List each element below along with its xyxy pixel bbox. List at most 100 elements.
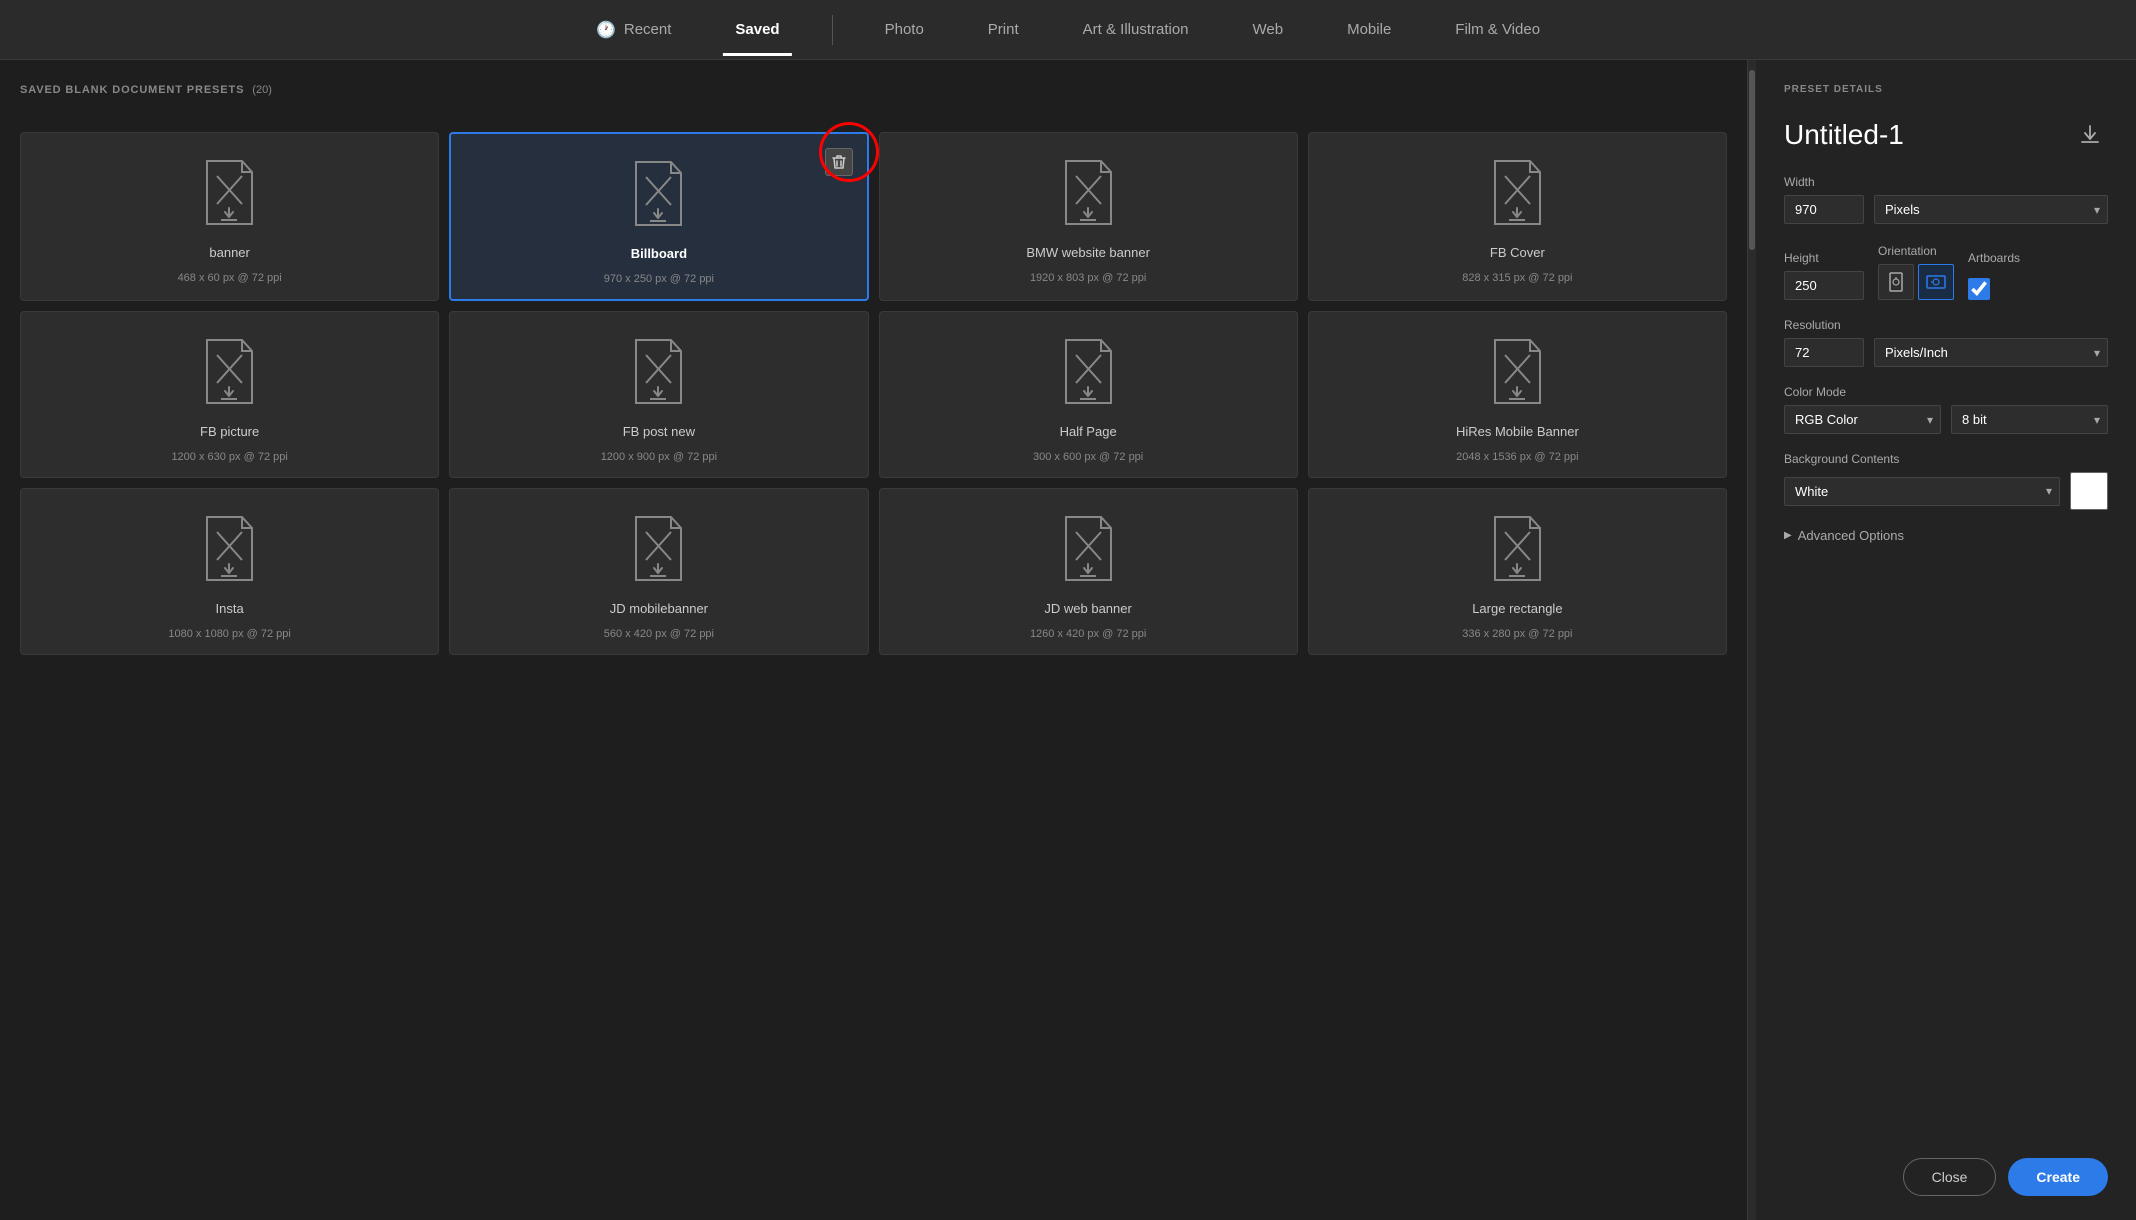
presets-grid: banner 468 x 60 px @ 72 ppi Billboard970 x…	[20, 132, 1727, 655]
width-input[interactable]	[1784, 195, 1864, 224]
nav-item-film[interactable]: Film & Video	[1443, 13, 1552, 46]
artboards-checkbox[interactable]	[1968, 278, 1990, 300]
preset-card-billboard[interactable]: Billboard970 x 250 px @ 72 ppi	[449, 132, 868, 301]
nav-print-label: Print	[988, 21, 1019, 38]
preset-card-fbcover[interactable]: FB Cover 828 x 315 px @ 72 ppi	[1308, 132, 1727, 301]
document-icon	[1056, 512, 1121, 587]
preset-icon-jdweb	[1053, 509, 1123, 589]
bit-depth-select[interactable]: 8 bit 16 bit 32 bit	[1951, 405, 2108, 434]
document-icon	[1056, 156, 1121, 231]
preset-dims-largerect: 336 x 280 px @ 72 ppi	[1462, 628, 1572, 640]
chevron-right-icon: ▶	[1784, 530, 1792, 541]
delete-preset-button[interactable]	[825, 148, 853, 176]
color-mode-select[interactable]: RGB Color CMYK Color Grayscale Lab Color	[1784, 405, 1941, 434]
preset-card-banner[interactable]: banner 468 x 60 px @ 72 ppi	[20, 132, 439, 301]
preset-name-banner: banner	[209, 245, 249, 260]
bg-color-swatch[interactable]	[2070, 472, 2108, 510]
scrollbar-thumb[interactable]	[1749, 70, 1755, 250]
height-input[interactable]	[1784, 271, 1864, 300]
preset-card-fbpic[interactable]: FB picture1200 x 630 px @ 72 ppi	[20, 311, 439, 478]
document-icon	[626, 157, 691, 232]
preset-card-insta[interactable]: Insta1080 x 1080 px @ 72 ppi	[20, 488, 439, 655]
bg-contents-section: Background Contents White Background Col…	[1784, 452, 2108, 510]
preset-card-jdweb[interactable]: JD web banner 1260 x 420 px @ 72 ppi	[879, 488, 1298, 655]
document-icon	[626, 512, 691, 587]
preset-name-fbcover: FB Cover	[1490, 245, 1545, 260]
preset-card-bmw[interactable]: BMW website banner1920 x 803 px @ 72 ppi	[879, 132, 1298, 301]
nav-item-print[interactable]: Print	[976, 13, 1031, 46]
main-layout: SAVED BLANK DOCUMENT PRESETS (20) banner…	[0, 60, 2136, 1220]
nav-mobile-label: Mobile	[1347, 21, 1391, 38]
nav-item-saved[interactable]: Saved	[723, 13, 791, 46]
preset-icon-insta	[195, 509, 265, 589]
preset-card-jdmobile[interactable]: JD mobilebanner560 x 420 px @ 72 ppi	[449, 488, 868, 655]
width-unit-wrapper: Pixels Inches Centimeters Millimeters Po…	[1874, 195, 2108, 224]
preset-details-label: PRESET DETAILS	[1784, 84, 2108, 95]
preset-name-jdmobile: JD mobilebanner	[610, 601, 708, 616]
preset-card-hiresmobile[interactable]: HiRes Mobile Banner2048 x 1536 px @ 72 p…	[1308, 311, 1727, 478]
nav-photo-label: Photo	[885, 21, 924, 38]
resolution-unit-select[interactable]: Pixels/Inch Pixels/Centimeter	[1874, 338, 2108, 367]
orientation-section: Orientation	[1878, 244, 1954, 300]
nav-item-art[interactable]: Art & Illustration	[1071, 13, 1201, 46]
portrait-button[interactable]	[1878, 264, 1914, 300]
document-icon	[1485, 156, 1550, 231]
width-unit-select[interactable]: Pixels Inches Centimeters Millimeters Po…	[1874, 195, 2108, 224]
width-row: Width Pixels Inches Centimeters Millimet…	[1784, 175, 2108, 226]
save-preset-button[interactable]	[2072, 117, 2108, 153]
preset-dims-banner: 468 x 60 px @ 72 ppi	[178, 272, 282, 284]
resolution-unit-wrapper: Pixels/Inch Pixels/Centimeter	[1874, 338, 2108, 367]
resolution-input[interactable]	[1784, 338, 1864, 367]
right-panel: PRESET DETAILS Untitled-1 Width Pixels I…	[1756, 60, 2136, 1220]
create-button[interactable]: Create	[2008, 1158, 2108, 1196]
preset-dims-billboard: 970 x 250 px @ 72 ppi	[604, 273, 714, 285]
document-icon	[1056, 335, 1121, 410]
portrait-icon	[1888, 272, 1904, 292]
orientation-label: Orientation	[1878, 244, 1954, 258]
document-icon	[197, 512, 262, 587]
left-panel: SAVED BLANK DOCUMENT PRESETS (20) banner…	[0, 60, 1748, 1220]
preset-name-jdweb: JD web banner	[1044, 601, 1131, 616]
preset-card-halfpage[interactable]: Half Page300 x 600 px @ 72 ppi	[879, 311, 1298, 478]
artboards-section: Artboards	[1968, 251, 2020, 300]
nav-art-label: Art & Illustration	[1083, 21, 1189, 38]
preset-dims-fbpost: 1200 x 900 px @ 72 ppi	[601, 451, 717, 463]
preset-name-insta: Insta	[216, 601, 244, 616]
height-orient-row: Height Orientation	[1784, 244, 2108, 300]
preset-name-hiresmobile: HiRes Mobile Banner	[1456, 424, 1579, 439]
landscape-button[interactable]	[1918, 264, 1954, 300]
preset-icon-jdmobile	[624, 509, 694, 589]
preset-name-fbpost: FB post new	[623, 424, 695, 439]
nav-item-recent[interactable]: 🕐 Recent	[584, 12, 683, 48]
save-icon	[2079, 124, 2101, 146]
nav-separator	[832, 15, 833, 45]
preset-icon-billboard	[624, 154, 694, 234]
height-label: Height	[1784, 251, 1864, 265]
advanced-options-toggle[interactable]: ▶ Advanced Options	[1784, 528, 2108, 543]
preset-icon-banner	[195, 153, 265, 233]
document-icon	[1485, 335, 1550, 410]
preset-name-halfpage: Half Page	[1060, 424, 1117, 439]
nav-item-web[interactable]: Web	[1241, 13, 1296, 46]
nav-item-photo[interactable]: Photo	[873, 13, 936, 46]
nav-saved-label: Saved	[735, 21, 779, 38]
bg-contents-wrapper: White Background Color Transparent Custo…	[1784, 477, 2060, 506]
preset-icon-bmw	[1053, 153, 1123, 233]
preset-details-header: PRESET DETAILS	[1784, 84, 2108, 99]
preset-dims-fbpic: 1200 x 630 px @ 72 ppi	[171, 451, 287, 463]
preset-card-fbpost[interactable]: FB post new 1200 x 900 px @ 72 ppi	[449, 311, 868, 478]
close-button[interactable]: Close	[1903, 1158, 1997, 1196]
preset-card-largerect[interactable]: Large rectangle336 x 280 px @ 72 ppi	[1308, 488, 1727, 655]
color-mode-wrapper: RGB Color CMYK Color Grayscale Lab Color	[1784, 405, 1941, 434]
preset-dims-jdweb: 1260 x 420 px @ 72 ppi	[1030, 628, 1146, 640]
color-mode-section: Color Mode RGB Color CMYK Color Grayscal…	[1784, 385, 2108, 434]
scrollbar-track[interactable]	[1748, 60, 1756, 1220]
bit-depth-wrapper: 8 bit 16 bit 32 bit	[1951, 405, 2108, 434]
advanced-options-label: Advanced Options	[1798, 528, 1904, 543]
clock-icon: 🕐	[596, 20, 616, 40]
nav-item-mobile[interactable]: Mobile	[1335, 13, 1403, 46]
preset-dims-fbcover: 828 x 315 px @ 72 ppi	[1462, 272, 1572, 284]
bg-contents-select[interactable]: White Background Color Transparent Custo…	[1784, 477, 2060, 506]
preset-icon-fbcover	[1482, 153, 1552, 233]
color-mode-label: Color Mode	[1784, 385, 2108, 399]
